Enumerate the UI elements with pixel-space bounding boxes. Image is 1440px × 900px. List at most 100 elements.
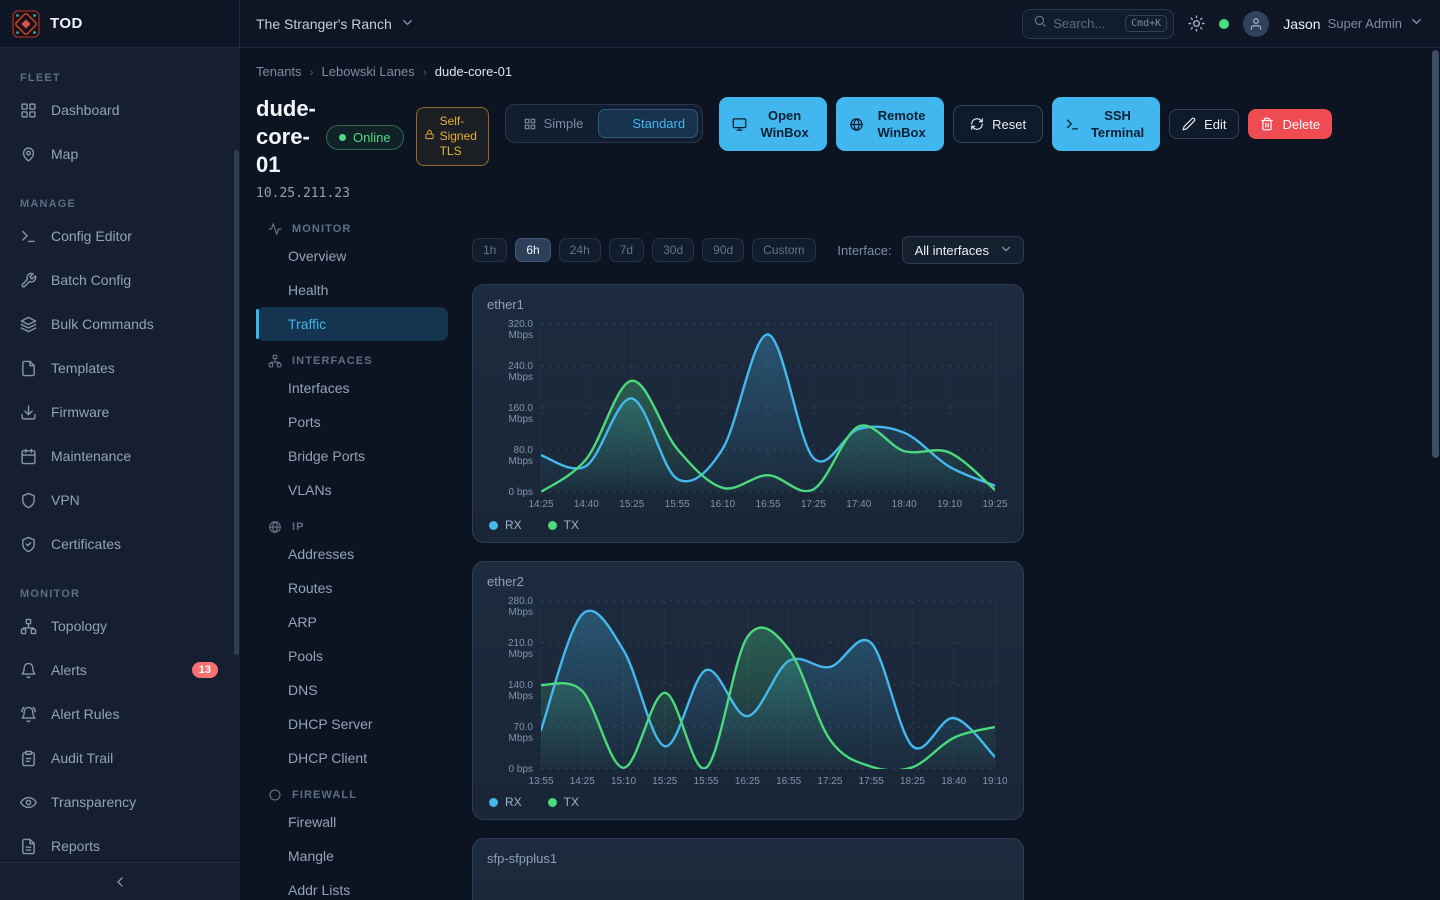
- sidebar-item-firmware[interactable]: Firmware: [12, 390, 228, 434]
- time-range-group: 1h 6h 24h 7d 30d 90d Custom: [472, 238, 816, 262]
- subnav-item-addr-lists[interactable]: Addr Lists: [256, 873, 448, 900]
- map-pin-icon: [20, 146, 37, 163]
- sidebar-item-alerts[interactable]: Alerts13: [12, 648, 228, 692]
- grid-small-icon: [523, 117, 537, 131]
- theme-toggle-button[interactable]: [1188, 15, 1205, 32]
- topbar: TOD The Stranger's Ranch Cmd+K Jason Sup…: [0, 0, 1440, 48]
- traffic-chart-ether2[interactable]: 0 bps70.0Mbps140.0Mbps210.0Mbps280.0Mbps…: [487, 591, 1007, 789]
- edit-button[interactable]: Edit: [1169, 109, 1239, 139]
- sidebar-item-audit-trail[interactable]: Audit Trail: [12, 736, 228, 780]
- range-90d[interactable]: 90d: [702, 238, 744, 262]
- svg-text:Mbps: Mbps: [509, 733, 533, 744]
- sidebar-scrollbar[interactable]: [234, 150, 239, 655]
- sidebar-item-certificates[interactable]: Certificates: [12, 522, 228, 566]
- layout-grid-icon: [20, 102, 37, 119]
- svg-text:0 bps: 0 bps: [509, 487, 533, 498]
- interface-select[interactable]: All interfaces: [902, 236, 1024, 264]
- breadcrumb-tenants[interactable]: Tenants: [256, 64, 302, 79]
- toggle-standard[interactable]: Standard: [598, 109, 698, 138]
- svg-text:15:55: 15:55: [665, 499, 690, 510]
- sidebar-item-map[interactable]: Map: [12, 132, 228, 176]
- subnav-item-traffic[interactable]: Traffic: [256, 307, 448, 341]
- range-6h[interactable]: 6h: [515, 238, 550, 262]
- bell-ring-icon: [20, 706, 37, 723]
- range-30d[interactable]: 30d: [652, 238, 694, 262]
- sidebar-item-alert-rules[interactable]: Alert Rules: [12, 692, 228, 736]
- search-box[interactable]: Cmd+K: [1022, 9, 1174, 39]
- chart-controls: 1h6h24h7d30d90dCustom Interface: All int…: [472, 236, 1024, 264]
- page-scrollbar[interactable]: [1432, 50, 1439, 458]
- sidebar-item-batch-config[interactable]: Batch Config: [12, 258, 228, 302]
- subnav-item-dhcp-server[interactable]: DHCP Server: [256, 707, 448, 741]
- chart-legend: RXTX: [487, 795, 1009, 809]
- subnav-item-bridge-ports[interactable]: Bridge Ports: [256, 439, 448, 473]
- sidebar-item-config-editor[interactable]: Config Editor: [12, 214, 228, 258]
- globe-icon: [849, 117, 864, 132]
- breadcrumb-current: dude-core-01: [435, 64, 512, 79]
- svg-text:14:25: 14:25: [570, 776, 595, 787]
- subnav-item-pools[interactable]: Pools: [256, 639, 448, 673]
- topology-icon: [20, 618, 37, 635]
- chevron-down-icon: [400, 15, 415, 33]
- sidebar-item-vpn[interactable]: VPN: [12, 478, 228, 522]
- layers-icon: [20, 316, 37, 333]
- legend-tx: TX: [548, 518, 579, 532]
- calendar-icon: [20, 448, 37, 465]
- breadcrumb: Tenants › Lebowski Lanes › dude-core-01: [256, 64, 1440, 79]
- subnav-item-vlans[interactable]: VLANs: [256, 473, 448, 507]
- subnav-item-addresses[interactable]: Addresses: [256, 537, 448, 571]
- subnav-item-mangle[interactable]: Mangle: [256, 839, 448, 873]
- subnav-item-arp[interactable]: ARP: [256, 605, 448, 639]
- traffic-chart-ether1[interactable]: 0 bps80.0Mbps160.0Mbps240.0Mbps320.0Mbps…: [487, 314, 1007, 512]
- tenant-selector[interactable]: The Stranger's Ranch: [256, 15, 415, 33]
- range-7d[interactable]: 7d: [609, 238, 644, 262]
- status-badge: Online: [326, 125, 404, 150]
- sidebar-item-templates[interactable]: Templates: [12, 346, 228, 390]
- traffic-card-sfp-sfpplus1: sfp-sfpplus1: [472, 838, 1024, 900]
- sidebar-section-fleet: FLEET: [12, 68, 228, 88]
- sidebar-collapse-button[interactable]: [0, 862, 240, 900]
- range-24h[interactable]: 24h: [559, 238, 601, 262]
- subnav-section-ip: IP: [256, 517, 448, 537]
- app-name: TOD: [50, 15, 83, 32]
- subnav-item-ports[interactable]: Ports: [256, 405, 448, 439]
- search-input[interactable]: [1053, 16, 1119, 31]
- range-1h[interactable]: 1h: [472, 238, 507, 262]
- user-menu[interactable]: Jason Super Admin: [1283, 14, 1424, 34]
- subnav-item-interfaces[interactable]: Interfaces: [256, 371, 448, 405]
- work-row: MONITOROverviewHealthTrafficINTERFACESIn…: [256, 219, 1440, 900]
- subnav-item-dns[interactable]: DNS: [256, 673, 448, 707]
- svg-text:19:10: 19:10: [982, 776, 1007, 787]
- sidebar-item-topology[interactable]: Topology: [12, 604, 228, 648]
- svg-text:80.0: 80.0: [514, 445, 534, 456]
- subnav-item-overview[interactable]: Overview: [256, 239, 448, 273]
- avatar[interactable]: [1243, 11, 1269, 37]
- sidebar-nav: FLEETDashboardMapMANAGEConfig EditorBatc…: [0, 48, 240, 868]
- file-icon: [20, 360, 37, 377]
- subnav-item-firewall[interactable]: Firewall: [256, 805, 448, 839]
- svg-text:17:40: 17:40: [846, 499, 871, 510]
- remote-winbox-button[interactable]: Remote WinBox: [836, 97, 944, 151]
- subnav-item-health[interactable]: Health: [256, 273, 448, 307]
- refresh-icon: [970, 117, 984, 131]
- svg-text:14:25: 14:25: [528, 499, 553, 510]
- user-role: Super Admin: [1328, 16, 1402, 31]
- reset-button[interactable]: Reset: [953, 105, 1043, 143]
- delete-button[interactable]: Delete: [1248, 109, 1332, 139]
- sidebar-item-bulk-commands[interactable]: Bulk Commands: [12, 302, 228, 346]
- sidebar-item-dashboard[interactable]: Dashboard: [12, 88, 228, 132]
- svg-text:280.0: 280.0: [508, 596, 533, 607]
- chart-title-ether1: ether1: [487, 297, 1009, 312]
- svg-text:Mbps: Mbps: [509, 372, 533, 383]
- sidebar-item-transparency[interactable]: Transparency: [12, 780, 228, 824]
- svg-text:15:55: 15:55: [694, 776, 719, 787]
- sidebar-item-maintenance[interactable]: Maintenance: [12, 434, 228, 478]
- subnav-item-routes[interactable]: Routes: [256, 571, 448, 605]
- subnav-section-monitor: MONITOR: [256, 219, 448, 239]
- breadcrumb-tenant[interactable]: Lebowski Lanes: [322, 64, 415, 79]
- open-winbox-button[interactable]: Open WinBox: [719, 97, 827, 151]
- toggle-simple[interactable]: Simple: [510, 109, 597, 138]
- subnav-item-dhcp-client[interactable]: DHCP Client: [256, 741, 448, 775]
- ssh-terminal-button[interactable]: SSH Terminal: [1052, 97, 1160, 151]
- range-custom[interactable]: Custom: [752, 238, 815, 262]
